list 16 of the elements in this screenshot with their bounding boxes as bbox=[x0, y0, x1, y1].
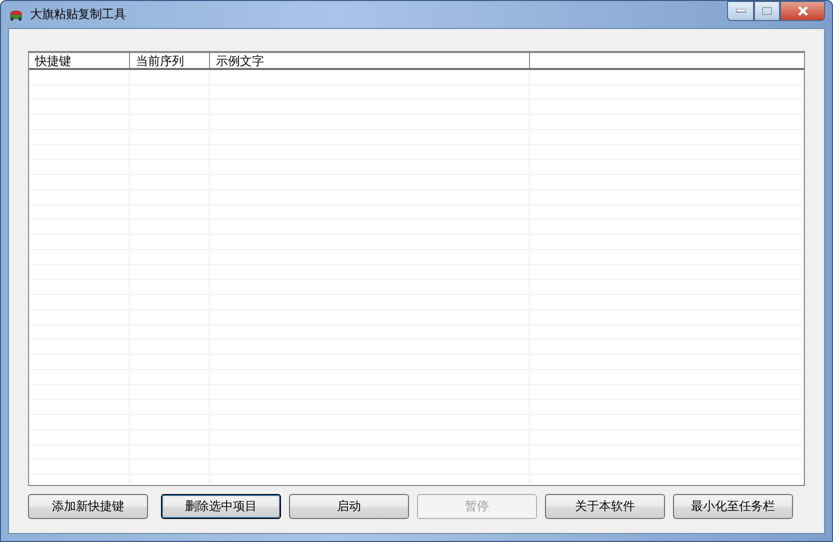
minimize-icon bbox=[736, 9, 746, 13]
action-button[interactable]: 启动 bbox=[289, 494, 409, 519]
close-icon bbox=[796, 6, 808, 16]
window-title: 大旗粘贴复制工具 bbox=[30, 6, 127, 23]
column-header[interactable]: 当前序列 bbox=[130, 53, 210, 68]
maximize-button[interactable] bbox=[754, 1, 780, 21]
action-button[interactable]: 关于本软件 bbox=[545, 494, 665, 519]
action-button[interactable]: 添加新快捷键 bbox=[28, 494, 148, 519]
close-button[interactable] bbox=[780, 1, 825, 21]
app-icon bbox=[8, 8, 24, 20]
column-header[interactable]: 示例文字 bbox=[210, 53, 530, 68]
minimize-button[interactable] bbox=[727, 1, 754, 21]
column-header[interactable]: 快捷键 bbox=[29, 53, 130, 68]
action-button[interactable]: 最小化至任务栏 bbox=[673, 494, 793, 519]
maximize-icon bbox=[762, 7, 772, 15]
action-button[interactable]: 删除选中项目 bbox=[161, 494, 281, 519]
